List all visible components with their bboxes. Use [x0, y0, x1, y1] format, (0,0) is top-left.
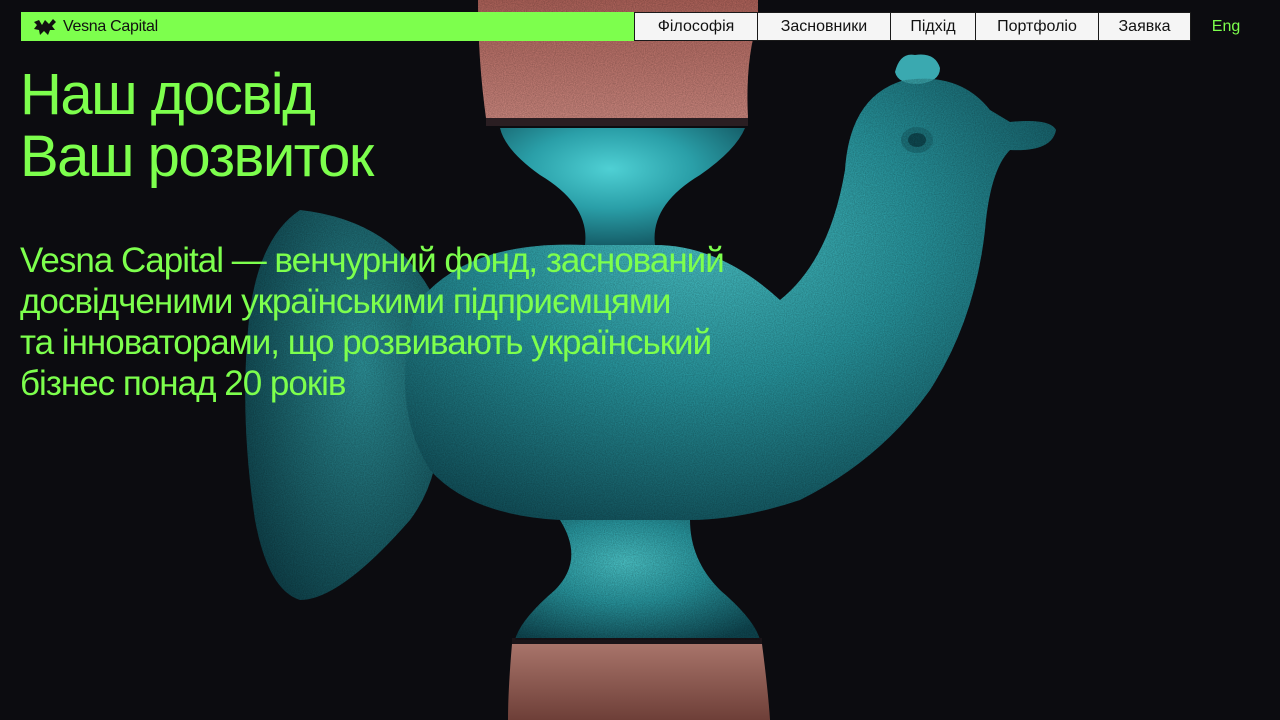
- nav-item-application[interactable]: Заявка: [1098, 12, 1191, 41]
- main-nav: Філософія Засновники Підхід Портфоліо За…: [634, 12, 1191, 41]
- hero-description-line: бізнес понад 20 років: [20, 364, 347, 403]
- nav-item-portfolio[interactable]: Портфоліо: [975, 12, 1099, 41]
- hero-description-line: та інноваторами, що розвивають українськ…: [20, 323, 712, 362]
- brand-name: Vesna Capital: [63, 17, 158, 35]
- vesna-capital-logo-icon: [33, 18, 57, 36]
- nav-item-founders[interactable]: Засновники: [757, 12, 891, 41]
- hero-title: Наш досвід Ваш розвиток: [20, 62, 374, 189]
- page: Vesna Capital Філософія Засновники Підхі…: [0, 0, 1280, 720]
- hero-title-line: Ваш розвиток: [20, 124, 374, 189]
- hero-description-line: досвідченими українськими підприємцями: [20, 282, 671, 321]
- hero-description: Vesna Capital — венчурний фонд, заснован…: [20, 240, 840, 404]
- brand-logo-link[interactable]: Vesna Capital: [21, 12, 634, 41]
- nav-item-approach[interactable]: Підхід: [890, 12, 976, 41]
- nav-item-philosophy[interactable]: Філософія: [634, 12, 758, 41]
- hero-description-line: Vesna Capital — венчурний фонд, заснован…: [20, 241, 725, 280]
- top-navigation-bar: Vesna Capital Філософія Засновники Підхі…: [21, 12, 1261, 41]
- language-switch[interactable]: Eng: [1191, 12, 1261, 41]
- hero-title-line: Наш досвід: [20, 62, 316, 127]
